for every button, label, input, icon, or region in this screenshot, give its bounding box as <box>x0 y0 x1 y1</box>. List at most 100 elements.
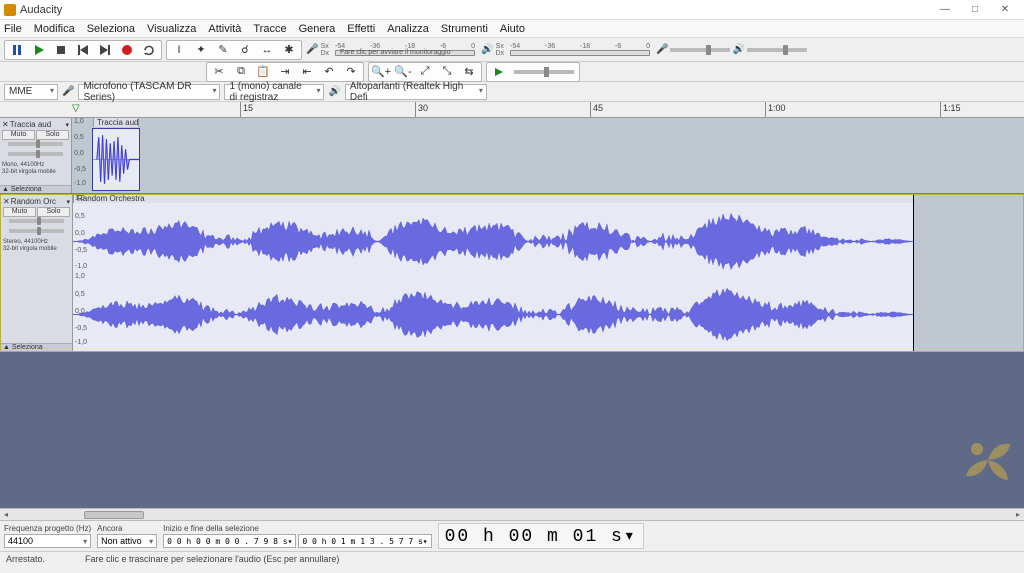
statusbar: Arrestato. Fare clic e trascinare per se… <box>0 551 1024 565</box>
menu-analizza[interactable]: Analizza <box>387 23 429 35</box>
recording-channels-select[interactable]: 1 (mono) canale di registraz <box>224 84 324 100</box>
zoom-out-icon[interactable]: 🔍- <box>392 63 414 81</box>
track-1-waveform-area[interactable]: 1,0 0,5 0,0 -0,5 -1,0 Traccia audio <box>72 118 1024 193</box>
play-at-speed-button[interactable] <box>488 63 510 81</box>
time-mark: 30 <box>415 102 428 118</box>
timeline-ruler[interactable]: ▽ 15 30 45 1:00 1:15 <box>0 102 1024 118</box>
track-2-clip[interactable]: Random Orchestra <box>73 205 1023 351</box>
app-logo-icon <box>4 4 16 16</box>
undo-icon[interactable]: ↶ <box>318 63 340 81</box>
zoom-sel-icon[interactable]: ⤢ <box>414 63 436 81</box>
copy-icon[interactable]: ⧉ <box>230 63 252 81</box>
scroll-right-icon[interactable]: ▸ <box>1012 510 1024 519</box>
track-1-mute-button[interactable]: Muto <box>2 130 35 140</box>
selection-end-field[interactable]: 0 0 h 0 1 m 1 3 . 5 7 7 s▾ <box>298 534 431 548</box>
track-2-waveform-left <box>73 205 1023 278</box>
track-1-vscale: 1,0 0,5 0,0 -0,5 -1,0 <box>72 118 92 193</box>
track-2-menu-icon[interactable]: ▾ <box>66 198 70 206</box>
close-button[interactable]: ✕ <box>990 4 1020 15</box>
tool-selection-icon[interactable]: I <box>168 41 190 59</box>
snap-select[interactable]: Non attivo <box>97 534 157 548</box>
tool-timeshift-icon[interactable]: ↔ <box>256 41 278 59</box>
tool-draw-icon[interactable]: ✎ <box>212 41 234 59</box>
track-2-mute-button[interactable]: Muto <box>3 207 36 217</box>
pause-button[interactable] <box>6 41 28 59</box>
track-2-panel[interactable]: ✕Random Orc▾ MutoSolo Stereo, 44100Hz32-… <box>1 195 73 351</box>
menu-effetti[interactable]: Effetti <box>347 23 375 35</box>
watermark-leaf-icon <box>960 432 1016 488</box>
tool-multi-icon[interactable]: ✱ <box>278 41 300 59</box>
menu-modifica[interactable]: Modifica <box>34 23 75 35</box>
record-button[interactable] <box>116 41 138 59</box>
audio-host-select[interactable]: MME <box>4 84 58 100</box>
track-2-solo-button[interactable]: Solo <box>37 207 70 217</box>
titlebar: Audacity — □ ✕ <box>0 0 1024 20</box>
menu-attivita[interactable]: Attività <box>208 23 241 35</box>
skip-start-button[interactable] <box>72 41 94 59</box>
menu-strumenti[interactable]: Strumenti <box>441 23 488 35</box>
playback-volume-slider[interactable] <box>747 48 807 52</box>
menu-visualizza[interactable]: Visualizza <box>147 23 196 35</box>
playback-meter[interactable] <box>510 50 650 56</box>
track-1-clip-title[interactable]: Traccia audio <box>93 118 139 127</box>
minimize-button[interactable]: — <box>930 4 960 15</box>
track-2-gain-slider[interactable] <box>3 219 70 227</box>
playhead-pin-icon[interactable]: ▽ <box>72 103 80 114</box>
menu-tracce[interactable]: Tracce <box>253 23 286 35</box>
rec-meter-hint[interactable]: Fare clic per avviare il monitoraggio <box>340 49 451 56</box>
tool-zoom-icon[interactable]: ☌ <box>234 41 256 59</box>
play-volume-icon: 🔊 <box>732 44 744 55</box>
track-1-select-button[interactable]: ▲ Seleziona <box>0 185 71 193</box>
track-2-close-icon[interactable]: ✕ <box>3 197 10 206</box>
trim-icon[interactable]: ⇥ <box>274 63 296 81</box>
snap-label: Ancora <box>97 524 157 533</box>
track-2-select-button[interactable]: ▲ Seleziona <box>1 343 72 351</box>
zoom-toggle-icon[interactable]: ⇆ <box>458 63 480 81</box>
loop-button[interactable] <box>138 41 160 59</box>
menu-file[interactable]: File <box>4 23 22 35</box>
recording-device-select[interactable]: Microfono (TASCAM DR Series) <box>78 84 220 100</box>
recording-meter[interactable]: Fare clic per avviare il monitoraggio <box>335 50 475 56</box>
menu-genera[interactable]: Genera <box>299 23 336 35</box>
track-2-waveform-area[interactable]: Random Orchestra 1,0 0,5 0,0 -0,5 -1 <box>73 195 1023 351</box>
menu-aiuto[interactable]: Aiuto <box>500 23 525 35</box>
track-1-menu-icon[interactable]: ▾ <box>65 121 69 129</box>
playback-device-select[interactable]: Altoparlanti (Realtek High Defi <box>345 84 487 100</box>
track-1-gain-slider[interactable] <box>2 142 69 150</box>
status-state: Arrestato. <box>6 554 45 564</box>
device-toolbar: MME 🎤 Microfono (TASCAM DR Series) 1 (mo… <box>0 82 1024 102</box>
play-speed-slider[interactable] <box>514 70 574 74</box>
selection-start-field[interactable]: 0 0 h 0 0 m 0 0 . 7 9 8 s▾ <box>163 534 296 548</box>
project-rate-select[interactable]: 44100 <box>4 534 91 548</box>
redo-icon[interactable]: ↷ <box>340 63 362 81</box>
skip-end-button[interactable] <box>94 41 116 59</box>
maximize-button[interactable]: □ <box>960 4 990 15</box>
edit-cursor[interactable] <box>913 195 914 351</box>
mic-volume-icon: 🎤 <box>656 44 668 55</box>
zoom-in-icon[interactable]: 🔍+ <box>370 63 392 81</box>
audio-position-display[interactable]: 00 h 00 m 01 s▾ <box>438 523 644 549</box>
scroll-thumb[interactable] <box>84 511 144 519</box>
recording-volume-slider[interactable] <box>670 48 730 52</box>
play-button[interactable] <box>28 41 50 59</box>
track-2-pan-slider[interactable] <box>3 229 70 237</box>
horizontal-scrollbar[interactable]: ◂ ▸ <box>0 508 1024 520</box>
track-2-name[interactable]: Random Orc <box>11 197 56 206</box>
tool-envelope-icon[interactable]: ✦ <box>190 41 212 59</box>
track-1-panel[interactable]: ✕Traccia aud▾ MutoSolo Mono, 44100Hz32-b… <box>0 118 72 193</box>
track-1-pan-slider[interactable] <box>2 152 69 160</box>
track-1-name[interactable]: Traccia aud <box>10 120 52 129</box>
track-1-close-icon[interactable]: ✕ <box>2 120 9 129</box>
cut-icon[interactable]: ✂ <box>208 63 230 81</box>
paste-icon[interactable]: 📋 <box>252 63 274 81</box>
time-mark: 15 <box>240 102 253 118</box>
zoom-fit-icon[interactable]: ⤡ <box>436 63 458 81</box>
silence-icon[interactable]: ⇤ <box>296 63 318 81</box>
menu-seleziona[interactable]: Seleziona <box>87 23 135 35</box>
track-1-clip[interactable]: Traccia audio <box>92 128 140 191</box>
track-2-clip-title[interactable]: Random Orchestra <box>73 195 1023 203</box>
scroll-left-icon[interactable]: ◂ <box>0 510 12 519</box>
selection-mode-label[interactable]: Inizio e fine della selezione <box>163 524 431 533</box>
track-1-solo-button[interactable]: Solo <box>36 130 69 140</box>
stop-button[interactable] <box>50 41 72 59</box>
